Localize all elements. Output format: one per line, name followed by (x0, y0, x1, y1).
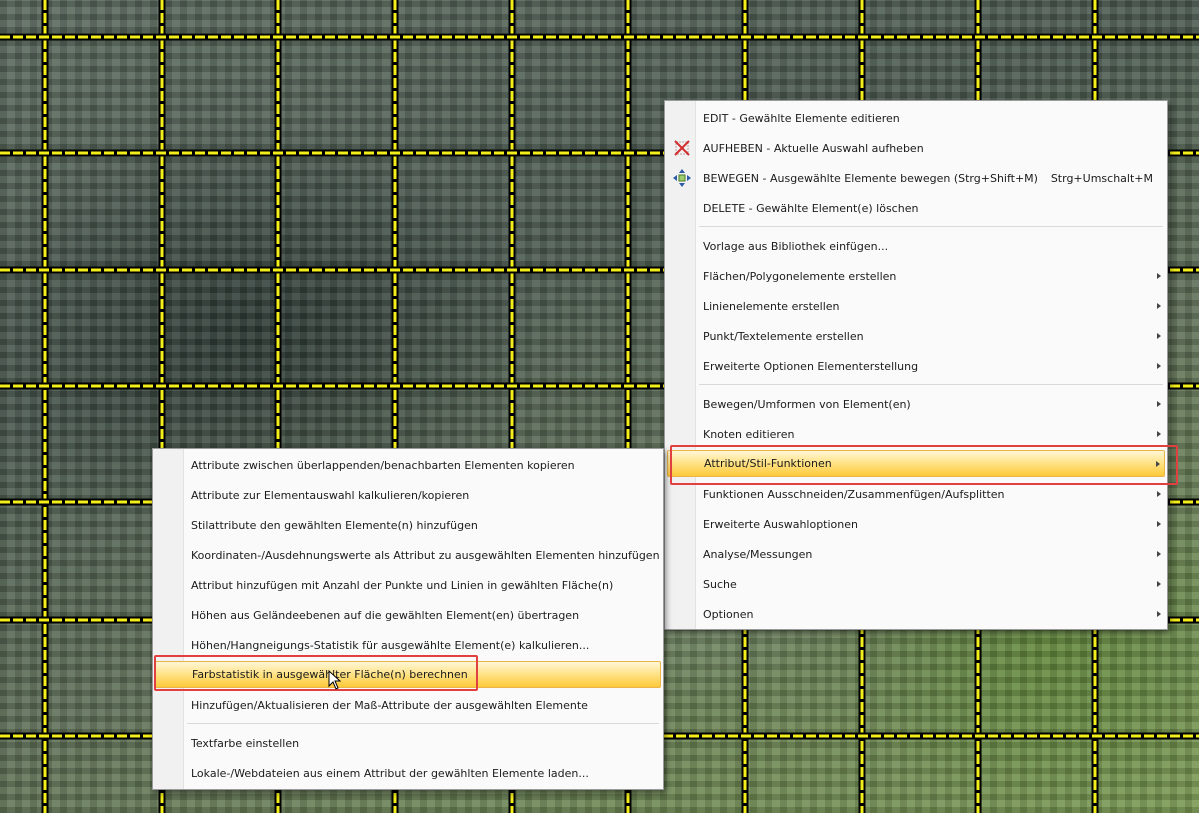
submenu-arrow-icon (1157, 581, 1161, 587)
menu-item-label: Vorlage aus Bibliothek einfügen... (703, 239, 889, 253)
menu-item-punkt[interactable]: Punkt/Textelemente erstellen (667, 324, 1165, 348)
menu-item-vorlage[interactable]: Vorlage aus Bibliothek einfügen... (667, 234, 1165, 258)
menu-item-ausschneiden[interactable]: Funktionen Ausschneiden/Zusammenfügen/Au… (667, 482, 1165, 506)
menu-item-optionen[interactable]: Optionen (667, 602, 1165, 626)
menu-item-analyse[interactable]: Analyse/Messungen (667, 542, 1165, 566)
menu-item-shortcut: Strg+Umschalt+M (1050, 171, 1153, 185)
menu-item-aufheben[interactable]: AUFHEBEN - Aktuelle Auswahl aufheben (667, 136, 1165, 160)
submenu-item-koordinaten[interactable]: Koordinaten-/Ausdehnungswerte als Attrib… (155, 543, 661, 567)
clear-selection-icon (674, 140, 690, 156)
menu-item-label: Optionen (703, 607, 754, 621)
menu-item-label: Attribut hinzufügen mit Anzahl der Punkt… (191, 578, 614, 592)
submenu-arrow-icon (1157, 521, 1161, 527)
submenu-item-hoehen-uebertragen[interactable]: Höhen aus Geländeebenen auf die gewählte… (155, 603, 661, 627)
menu-item-label: Analyse/Messungen (703, 547, 813, 561)
menu-item-delete[interactable]: DELETE - Gewählte Element(e) löschen (667, 196, 1165, 220)
menu-item-label: Erweiterte Optionen Elementerstellung (703, 359, 919, 373)
menu-item-label: Suche (703, 577, 737, 591)
menu-item-label: Bewegen/Umformen von Element(en) (703, 397, 911, 411)
menu-item-label: Höhen aus Geländeebenen auf die gewählte… (191, 608, 580, 622)
menu-item-label: Punkt/Textelemente erstellen (703, 329, 864, 343)
submenu-arrow-icon (1157, 611, 1161, 617)
menu-item-bewegen-umformen[interactable]: Bewegen/Umformen von Element(en) (667, 392, 1165, 416)
mouse-cursor-icon (328, 670, 342, 690)
menu-item-label: Flächen/Polygonelemente erstellen (703, 269, 897, 283)
menu-item-erweiterte-erstellung[interactable]: Erweiterte Optionen Elementerstellung (667, 354, 1165, 378)
submenu-item-mass-attribute[interactable]: Hinzufügen/Aktualisieren der Maß-Attribu… (155, 693, 661, 717)
menu-item-label: Attribute zwischen überlappenden/benachb… (191, 458, 575, 472)
submenu-item-farbstatistik[interactable]: Farbstatistik in ausgewählter Fläche(n) … (155, 661, 661, 688)
submenu-item-dateien-laden[interactable]: Lokale-/Webdateien aus einem Attribut de… (155, 761, 661, 785)
menu-item-label: Attribute zur Elementauswahl kalkulieren… (191, 488, 470, 502)
submenu-arrow-icon (1157, 401, 1161, 407)
menu-item-label: BEWEGEN - Ausgewählte Elemente bewegen (… (703, 171, 1038, 185)
menu-item-label: Linienelemente erstellen (703, 299, 840, 313)
move-icon (673, 169, 691, 187)
menu-item-label: Funktionen Ausschneiden/Zusammenfügen/Au… (703, 487, 1005, 501)
menu-item-label: Koordinaten-/Ausdehnungswerte als Attrib… (191, 548, 660, 562)
submenu-item-attribute-kopieren[interactable]: Attribute zwischen überlappenden/benachb… (155, 453, 661, 477)
menu-item-bewegen[interactable]: BEWEGEN - Ausgewählte Elemente bewegen (… (667, 166, 1165, 190)
menu-item-suche[interactable]: Suche (667, 572, 1165, 596)
submenu-arrow-icon (1156, 460, 1160, 467)
menu-item-flaechen[interactable]: Flächen/Polygonelemente erstellen (667, 264, 1165, 288)
submenu-arrow-icon (1157, 491, 1161, 497)
menu-item-label: Textfarbe einstellen (191, 736, 300, 750)
menu-item-edit[interactable]: EDIT - Gewählte Elemente editieren (667, 106, 1165, 130)
menu-separator (187, 723, 659, 724)
menu-item-label: Höhen/Hangneigungs-Statistik für ausgewä… (191, 638, 590, 652)
menu-item-label: Knoten editieren (703, 427, 795, 441)
submenu-item-attribute-kalkulieren[interactable]: Attribute zur Elementauswahl kalkulieren… (155, 483, 661, 507)
attribut-stil-submenu: Attribute zwischen überlappenden/benachb… (152, 448, 664, 790)
context-menu: EDIT - Gewählte Elemente editieren AUFHE… (664, 100, 1168, 630)
submenu-arrow-icon (1157, 551, 1161, 557)
menu-item-label: Erweiterte Auswahloptionen (703, 517, 858, 531)
menu-item-attribut-stil[interactable]: Attribut/Stil-Funktionen (667, 450, 1165, 477)
submenu-arrow-icon (1157, 363, 1161, 369)
submenu-arrow-icon (1157, 273, 1161, 279)
menu-item-knoten[interactable]: Knoten editieren (667, 422, 1165, 446)
menu-item-label: EDIT - Gewählte Elemente editieren (703, 111, 900, 125)
submenu-arrow-icon (1157, 303, 1161, 309)
menu-item-linien[interactable]: Linienelemente erstellen (667, 294, 1165, 318)
menu-item-auswahloptionen[interactable]: Erweiterte Auswahloptionen (667, 512, 1165, 536)
submenu-item-textfarbe[interactable]: Textfarbe einstellen (155, 731, 661, 755)
submenu-item-anzahl-punkte[interactable]: Attribut hinzufügen mit Anzahl der Punkt… (155, 573, 661, 597)
menu-item-label: Hinzufügen/Aktualisieren der Maß-Attribu… (191, 698, 588, 712)
submenu-arrow-icon (1157, 333, 1161, 339)
submenu-item-stilattribute[interactable]: Stilattribute den gewählten Elemente(n) … (155, 513, 661, 537)
menu-item-label: AUFHEBEN - Aktuelle Auswahl aufheben (703, 141, 924, 155)
submenu-arrow-icon (1157, 431, 1161, 437)
menu-item-label: Lokale-/Webdateien aus einem Attribut de… (191, 766, 589, 780)
menu-separator (699, 384, 1163, 385)
menu-item-label: DELETE - Gewählte Element(e) löschen (703, 201, 919, 215)
menu-item-label: Stilattribute den gewählten Elemente(n) … (191, 518, 478, 532)
menu-item-label: Attribut/Stil-Funktionen (704, 457, 832, 470)
menu-separator (699, 226, 1163, 227)
submenu-item-hangneigung[interactable]: Höhen/Hangneigungs-Statistik für ausgewä… (155, 633, 661, 657)
